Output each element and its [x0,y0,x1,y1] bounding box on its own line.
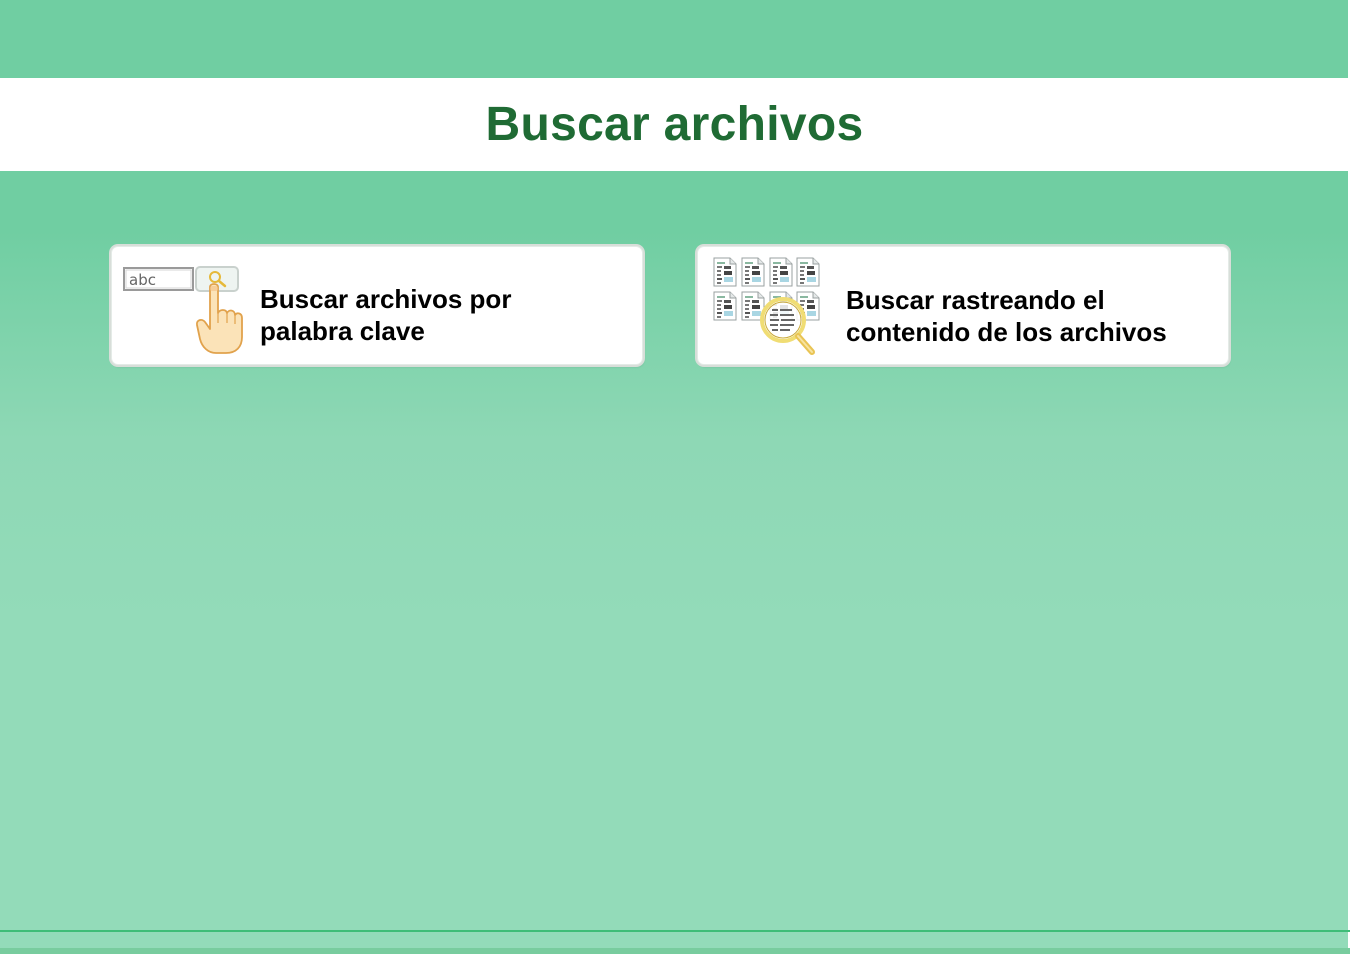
footer-divider [0,930,1350,932]
search-by-keyword-button[interactable]: abc Buscar archivos por palabra clave [111,246,643,365]
page-title: Buscar archivos [485,98,864,151]
header-band [0,0,1350,78]
search-by-content-label: Buscar rastreando el contenido de los ar… [846,285,1167,347]
title-bar: Buscar archivos [0,78,1349,171]
footer-band [0,948,1350,954]
search-by-keyword-label: Buscar archivos por palabra clave [260,284,512,346]
field-sample-text: abc [129,271,156,289]
search-by-content-button[interactable]: Buscar rastreando el contenido de los ar… [697,246,1229,365]
content-search-icon [713,257,820,355]
keyword-search-icon: abc [123,266,243,354]
